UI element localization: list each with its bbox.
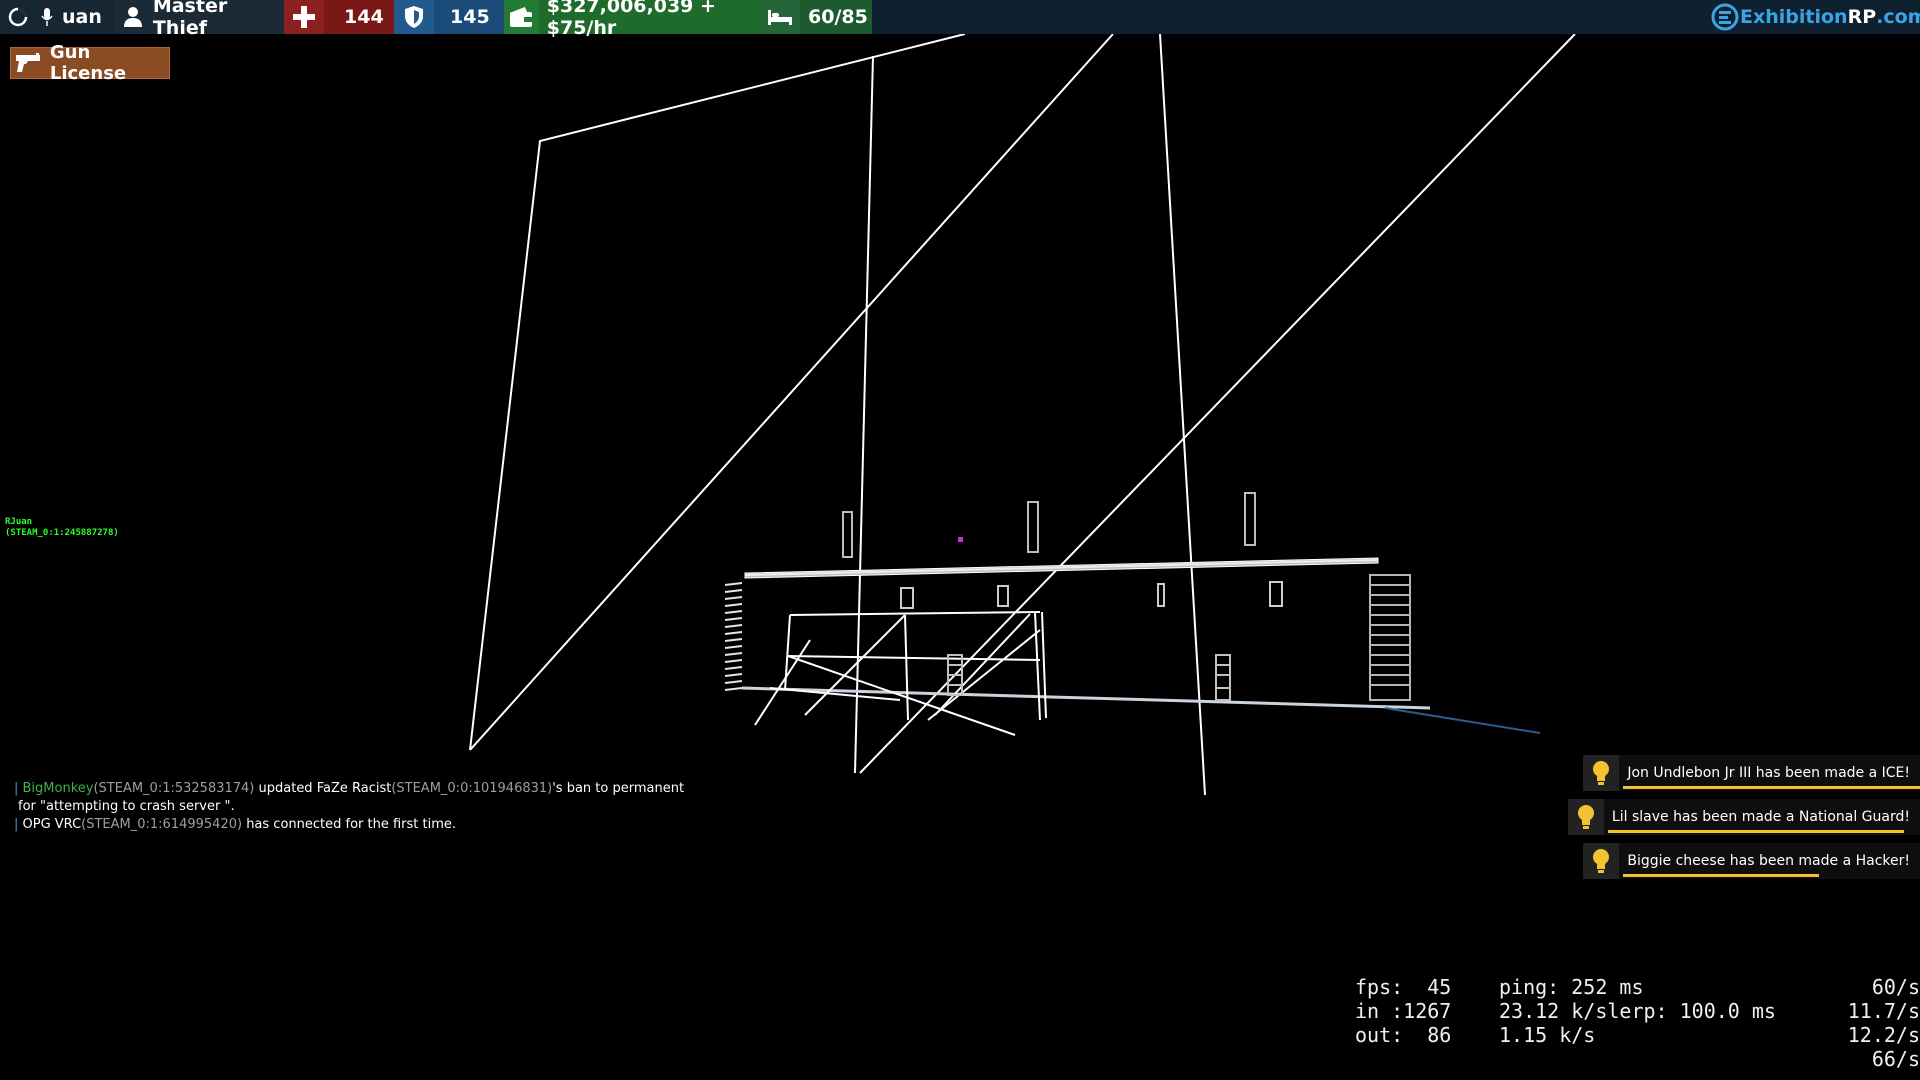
netgraph-fps: fps: 45 [1355, 975, 1452, 999]
hunger-value: 60/85 [808, 6, 868, 28]
netgraph-out: out: 86 [1355, 1023, 1452, 1047]
netgraph-rate: 12.2/s [1847, 1023, 1920, 1047]
money-value: $327,006,039 + $75/hr [546, 0, 716, 39]
net-graph: fps: 45 ping: 252 ms 60/s in :1267 23.12… [1355, 975, 1920, 1080]
wallet-icon [504, 0, 539, 34]
chat-admin-id: (STEAM_0:1:532583174) [93, 781, 255, 796]
armor-value: 145 [450, 6, 490, 28]
chat-line: | BigMonkey(STEAM_0:1:532583174) updated… [14, 780, 694, 798]
warehouse-structure [724, 492, 1541, 736]
brand-tld: .com [1876, 6, 1920, 28]
hud-hunger: 60/85 [760, 0, 872, 34]
player-nametag: RJuan (STEAM_0:1:245887278) [5, 517, 119, 539]
netgraph-rate: 11.7/s [1847, 999, 1920, 1023]
health-cross-icon [284, 0, 324, 34]
netgraph-ping: ping: 252 ms [1499, 975, 1644, 999]
pink-marker [958, 537, 963, 542]
chat-line-continuation: for "attempting to crash server ". [18, 799, 235, 814]
hanging-lamps [842, 492, 1256, 558]
job-label: Master Thief [152, 0, 228, 39]
hud-player-name: uan [0, 0, 114, 34]
player-name-label: uan [62, 6, 102, 28]
hud-spacer [872, 0, 1710, 34]
notification-progress [1623, 874, 1820, 877]
notification-message: Jon Undlebon Jr III has been made a ICE! [1627, 765, 1910, 781]
chat-feed: | BigMonkey(STEAM_0:1:532583174) updated… [14, 780, 694, 834]
spring-coil-right [1369, 574, 1411, 701]
lightbulb-icon [1583, 843, 1620, 879]
hud-top-bar: uan Master Thief 144 145 $327,006,039 + … [0, 0, 1920, 39]
notification-text: Lil slave has been made a National Guard… [1603, 799, 1920, 835]
chat-tail: 's ban to permanent [552, 781, 685, 796]
player-tag-steamid: (STEAM_0:1:245887278) [5, 528, 119, 538]
netgraph-in: in :1267 [1355, 999, 1452, 1023]
bed-icon [760, 0, 800, 34]
gun-license-label: Gun License [49, 42, 127, 84]
chat-target-id: (STEAM_0:0:101946831) [391, 781, 553, 796]
player-tag-name: RJuan [5, 517, 33, 527]
netgraph-lerp: 23.12 k/slerp: 100.0 ms [1499, 999, 1776, 1023]
brand-rp: RP [1847, 6, 1877, 28]
chat-player-id: (STEAM_0:1:614995420) [81, 817, 243, 832]
notification-message: Biggie cheese has been made a Hacker! [1627, 853, 1910, 869]
lightbulb-icon [1567, 799, 1604, 835]
chat-line: | OPG VRC(STEAM_0:1:614995420) has conne… [14, 816, 694, 834]
notification-text: Jon Undlebon Jr III has been made a ICE! [1619, 755, 1920, 791]
notification-progress [1623, 786, 1920, 789]
notification-progress [1607, 830, 1904, 833]
shield-icon [394, 0, 434, 34]
notification: Jon Undlebon Jr III has been made a ICE! [1583, 755, 1920, 791]
netgraph-out-rate: 1.15 k/s [1499, 1023, 1596, 1047]
notification: Biggie cheese has been made a Hacker! [1583, 843, 1920, 879]
chat-line-marker: | [14, 817, 23, 832]
health-value: 144 [344, 6, 384, 28]
gun-license-badge: Gun License [10, 42, 170, 84]
hud-money: $327,006,039 + $75/hr [504, 0, 760, 39]
chat-action: has connected for the first time. [242, 817, 457, 832]
microphone-icon [36, 0, 58, 34]
spring-coil-left [724, 582, 743, 691]
chat-admin-name: BigMonkey [22, 781, 94, 796]
hud-armor: 145 [394, 0, 504, 34]
notification-message: Lil slave has been made a National Guard… [1611, 809, 1910, 825]
hud-health: 144 [284, 0, 394, 34]
exhibition-logo-icon [1710, 2, 1740, 32]
netgraph-rate: 60/s [1871, 975, 1920, 999]
user-icon [114, 6, 153, 28]
chat-action: updated FaZe Racist [254, 781, 392, 796]
game-viewport: uan Master Thief 144 145 $327,006,039 + … [0, 0, 1920, 1080]
lightbulb-icon [1583, 755, 1620, 791]
pistol-icon [11, 47, 46, 79]
wireframe-world [469, 33, 1576, 796]
server-brand: Exhibition RP .com [1710, 0, 1920, 34]
loading-icon [0, 0, 36, 34]
chat-player-name: OPG VRC [22, 817, 82, 832]
notification-text: Biggie cheese has been made a Hacker! [1619, 843, 1920, 879]
chat-line-marker: | [14, 781, 23, 796]
brand-main: Exhibition [1740, 6, 1848, 28]
notification: Lil slave has been made a National Guard… [1567, 799, 1920, 835]
netgraph-rate: 66/s [1871, 1047, 1920, 1071]
hud-job: Master Thief [114, 0, 284, 39]
